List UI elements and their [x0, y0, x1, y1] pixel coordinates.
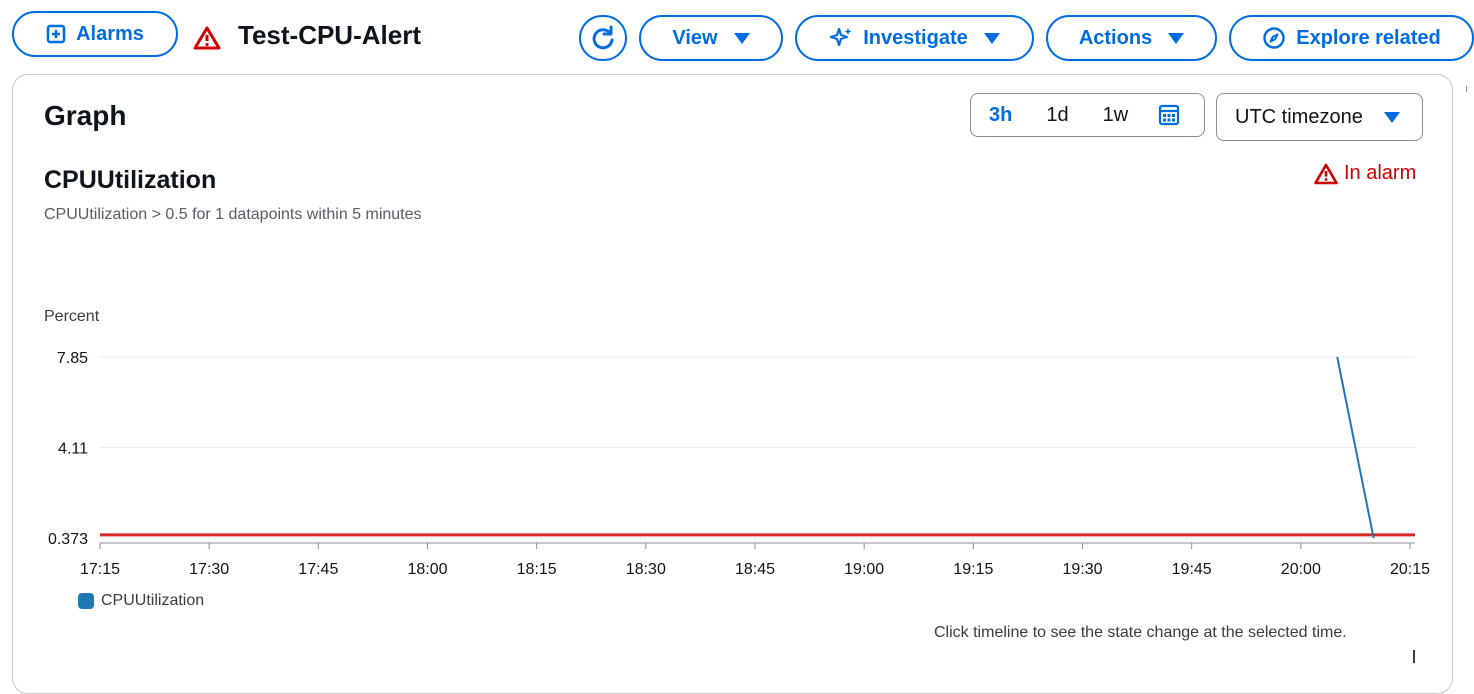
caret-down-icon [733, 32, 750, 44]
x-tick-label: 18:45 [735, 561, 775, 578]
range-3h[interactable]: 3h [989, 104, 1012, 127]
view-label: View [672, 26, 718, 49]
legend-swatch-cpuutilization [78, 593, 94, 609]
scrollbar-hint [1466, 86, 1467, 92]
investigate-dropdown[interactable]: Investigate [795, 15, 1034, 61]
top-bar: Alarms Test-CPU-Alert View Investigate A… [0, 0, 1474, 74]
x-tick-label: 18:00 [407, 561, 447, 578]
view-dropdown[interactable]: View [639, 15, 783, 61]
y-tick-label: 0.373 [48, 531, 88, 548]
x-tick-label: 19:30 [1062, 561, 1102, 578]
alarm-state-label: In alarm [1344, 162, 1417, 184]
refresh-button[interactable] [579, 15, 627, 61]
cpu-chart[interactable]: 7.85 4.11 0.373 17:15 17:30 17:45 18:00 18:15 18… [0, 340, 1474, 590]
add-square-icon [46, 24, 66, 44]
x-tick-label: 17:15 [80, 561, 120, 578]
calendar-icon[interactable] [1158, 104, 1180, 126]
y-tick-label: 4.11 [58, 441, 88, 458]
caret-down-icon [983, 32, 1000, 44]
timeline-hint: Click timeline to see the state change a… [934, 624, 1347, 641]
caret-down-icon [1168, 32, 1185, 44]
x-tick-label: 20:15 [1390, 561, 1430, 578]
alarm-state-badge: In alarm [1314, 162, 1416, 185]
x-tick-label: 20:00 [1281, 561, 1321, 578]
legend-label-cpuutilization[interactable]: CPUUtilization [101, 592, 204, 610]
compass-icon [1263, 27, 1285, 49]
alarm-condition: CPUUtilization > 0.5 for 1 datapoints wi… [44, 206, 422, 223]
graph-heading: Graph [44, 100, 127, 131]
x-tick-label: 18:15 [517, 561, 557, 578]
alarm-name: Test-CPU-Alert [238, 20, 421, 50]
x-tick-label: 19:15 [953, 561, 993, 578]
x-tick-label: 17:45 [298, 561, 338, 578]
x-tick-label: 18:30 [626, 561, 666, 578]
refresh-icon [592, 25, 614, 50]
timezone-dropdown[interactable]: UTC timezone [1216, 93, 1423, 141]
warning-icon [1314, 163, 1338, 184]
time-range-selector: 3h 1d 1w [970, 93, 1205, 137]
timezone-label: UTC timezone [1235, 105, 1363, 128]
y-axis-unit: Percent [44, 308, 100, 325]
x-tick-label: 17:30 [189, 561, 229, 578]
investigate-label: Investigate [863, 26, 968, 49]
actions-label: Actions [1078, 26, 1153, 49]
warning-icon [193, 26, 221, 50]
caret-down-icon [1384, 112, 1400, 123]
explore-related-label: Explore related [1296, 26, 1441, 49]
timeline-marker [1413, 650, 1415, 663]
alarms-button-label: Alarms [76, 22, 144, 45]
range-1w[interactable]: 1w [1103, 104, 1129, 127]
range-1d[interactable]: 1d [1046, 104, 1068, 127]
x-tick-label: 19:45 [1172, 561, 1212, 578]
chart-legend: CPUUtilization [78, 592, 204, 610]
alarms-button[interactable]: Alarms [12, 11, 178, 57]
explore-related-button[interactable]: Explore related [1229, 15, 1474, 61]
sparkle-icon [830, 27, 852, 47]
y-tick-label: 7.85 [57, 350, 88, 367]
actions-dropdown[interactable]: Actions [1046, 15, 1217, 61]
metric-title: CPUUtilization [44, 166, 217, 194]
x-tick-label: 19:00 [844, 561, 884, 578]
